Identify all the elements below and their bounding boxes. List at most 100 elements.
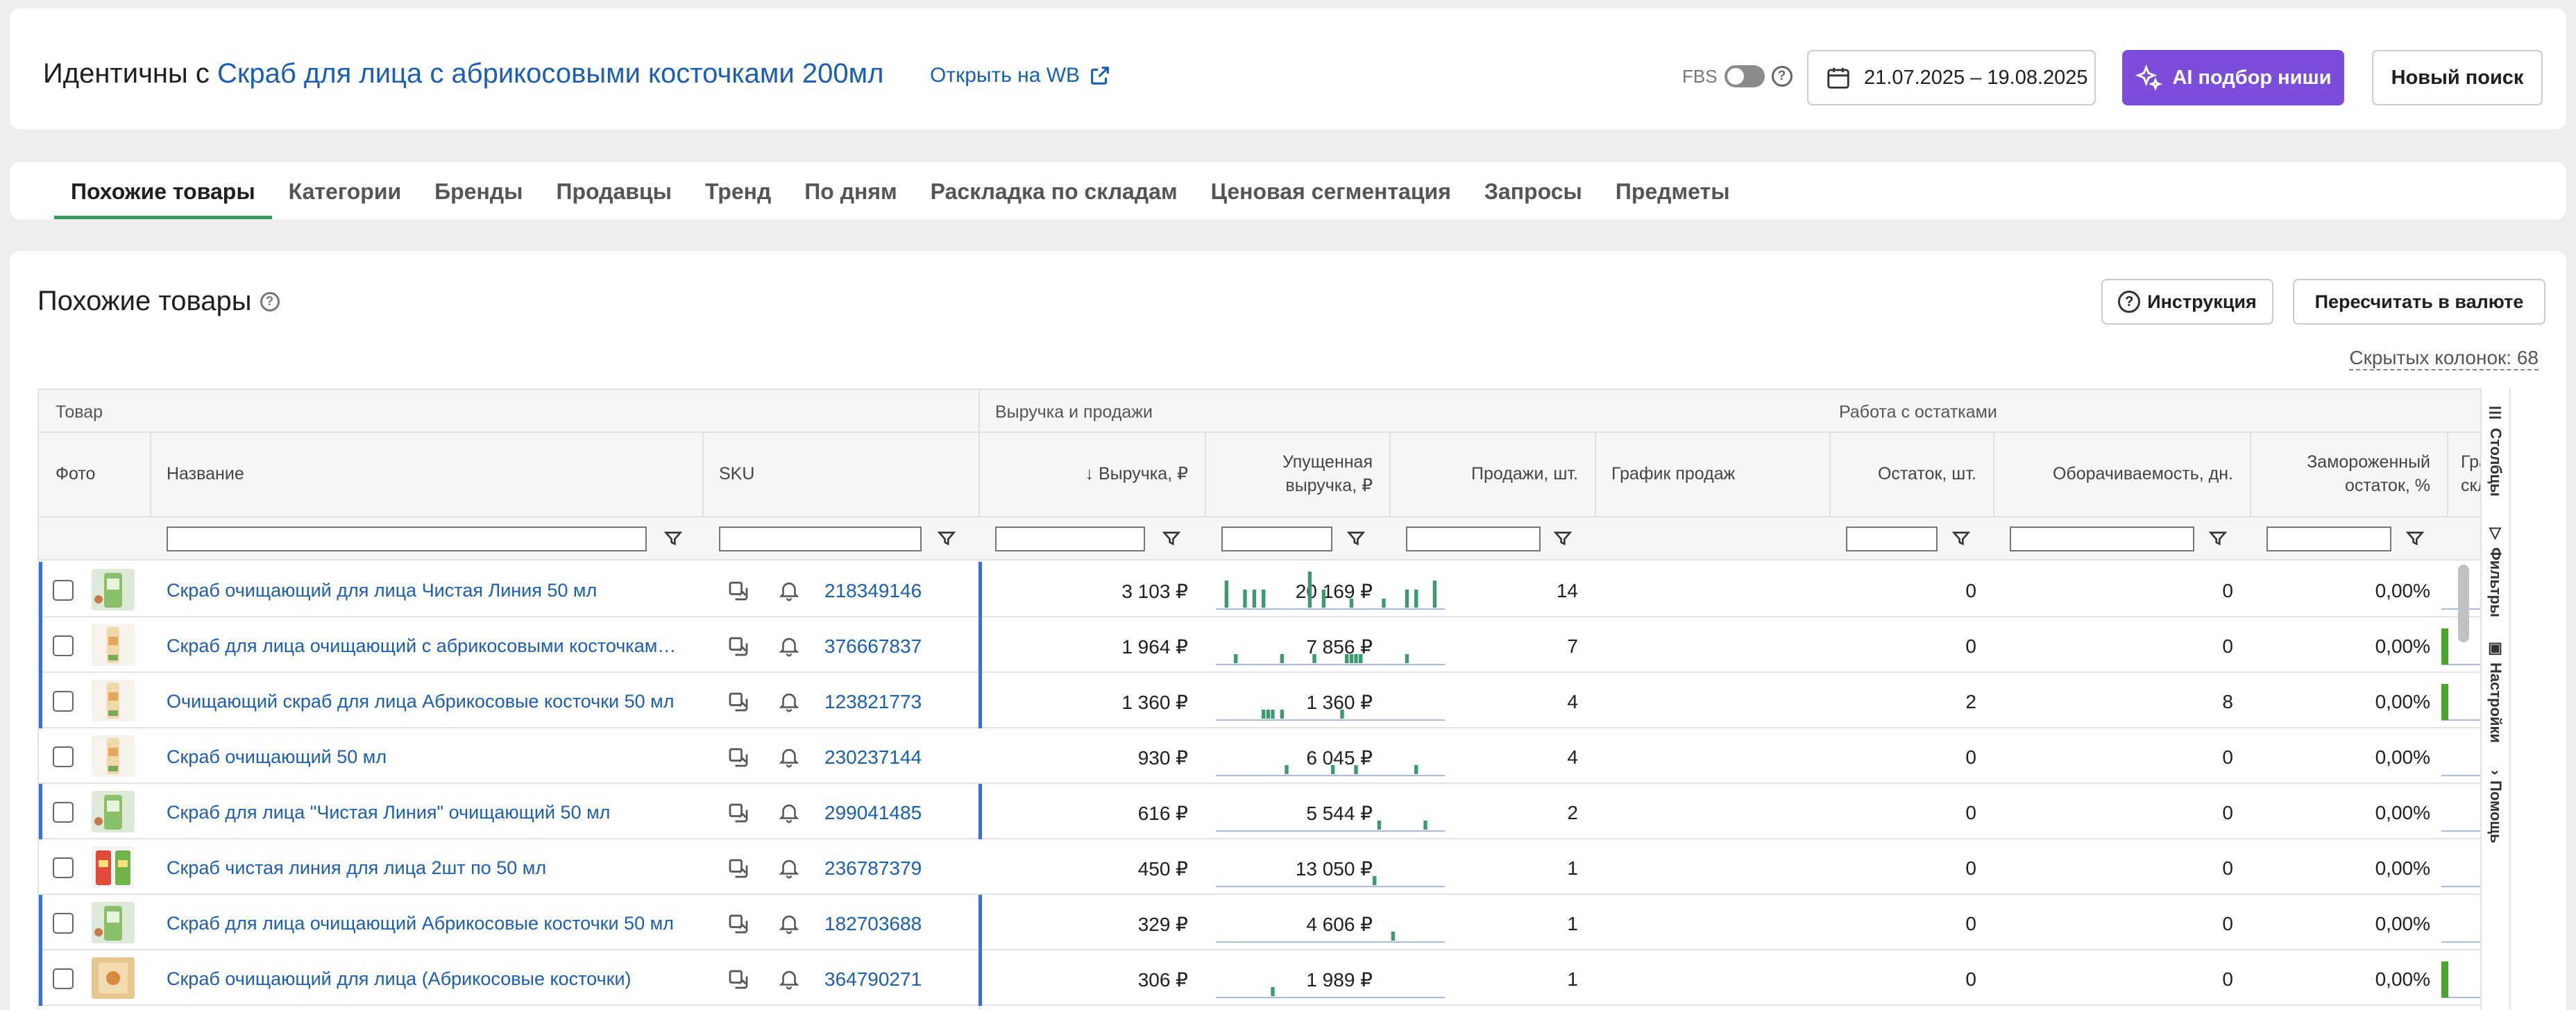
sku-link[interactable]: 376667837	[824, 635, 922, 658]
filter-revenue-input[interactable]	[995, 527, 1145, 551]
new-search-button[interactable]: Новый поиск	[2372, 50, 2543, 105]
tab-categories[interactable]: Категории	[272, 162, 418, 219]
product-name-link[interactable]: Скраб очищающий для лица Чистая Линия 50…	[167, 580, 684, 601]
sku-link[interactable]: 299041485	[824, 802, 922, 824]
section-help-icon[interactable]: ?	[260, 291, 280, 311]
product-name-link[interactable]: Скраб для лица "Чистая Линия" очищающий …	[167, 802, 684, 823]
col-frozen[interactable]: Замороженный остаток, %	[2250, 433, 2447, 517]
fbs-toggle[interactable]	[1724, 65, 1765, 87]
product-name-link[interactable]: Скраб для лица очищающий с абрикосовыми …	[167, 635, 684, 657]
rail-help-button[interactable]: › Помощь	[2482, 770, 2509, 844]
row-checkbox[interactable]	[53, 580, 74, 601]
bell-icon[interactable]	[777, 690, 801, 713]
col-revenue[interactable]: ↓ Выручка, ₽	[978, 433, 1205, 517]
table-row[interactable]: Скраб очищающий для лица (Абрикосовые ко…	[39, 950, 2507, 1006]
product-thumbnail[interactable]	[92, 569, 135, 610]
col-name[interactable]: Название	[150, 433, 702, 517]
row-checkbox[interactable]	[53, 691, 74, 712]
copy-compare-icon[interactable]	[726, 801, 751, 825]
product-name-link[interactable]: Скраб очищающий 50 мл	[167, 746, 684, 768]
product-name-link[interactable]: Скраб для лица очищающий Абрикосовые кос…	[167, 913, 684, 934]
row-checkbox[interactable]	[53, 802, 74, 823]
bell-icon[interactable]	[777, 745, 801, 769]
sku-link[interactable]: 236787379	[824, 857, 922, 880]
product-thumbnail[interactable]	[92, 957, 135, 999]
table-row[interactable]: Скраб очищающий для лица Чистая Линия 50…	[39, 562, 2507, 617]
filter-lost-revenue-input[interactable]	[1221, 527, 1332, 551]
tab-trend[interactable]: Тренд	[688, 162, 788, 219]
col-turnover[interactable]: Оборачиваемость, дн.	[1993, 433, 2250, 517]
tab-similar-products[interactable]: Похожие товары	[54, 162, 272, 219]
filter-icon[interactable]	[2208, 529, 2228, 548]
col-sales[interactable]: Продажи, шт.	[1389, 433, 1595, 517]
col-stock[interactable]: Остаток, шт.	[1829, 433, 1993, 517]
recalc-currency-button[interactable]: Пересчитать в валюте	[2293, 279, 2545, 325]
rail-settings-button[interactable]: ▣ Настройки	[2482, 640, 2509, 743]
table-row[interactable]: Скраб очищающий 50 мл 230237144 930 ₽6 045…	[39, 728, 2507, 784]
product-thumbnail[interactable]	[92, 846, 135, 888]
filter-icon[interactable]	[663, 529, 683, 548]
filter-name-input[interactable]	[167, 527, 647, 551]
filter-sku-input[interactable]	[719, 527, 922, 551]
row-checkbox[interactable]	[53, 635, 74, 656]
filter-stock-input[interactable]	[1846, 527, 1938, 551]
product-thumbnail[interactable]	[92, 680, 135, 721]
filter-icon[interactable]	[2405, 529, 2425, 548]
bell-icon[interactable]	[777, 801, 801, 824]
filter-turnover-input[interactable]	[2010, 527, 2194, 551]
filter-icon[interactable]	[937, 529, 956, 548]
product-name-link[interactable]: Очищающий скраб для лица Абрикосовые кос…	[167, 691, 684, 712]
ai-niche-button[interactable]: AI подбор ниши	[2122, 50, 2344, 105]
bell-icon[interactable]	[777, 634, 801, 658]
col-sku[interactable]: SKU	[702, 433, 978, 517]
filter-frozen-input[interactable]	[2266, 527, 2391, 551]
tab-subjects[interactable]: Предметы	[1599, 162, 1747, 219]
copy-compare-icon[interactable]	[726, 579, 751, 604]
row-checkbox[interactable]	[53, 857, 74, 878]
table-row[interactable]: Скраб для лица очищающий с абрикосовыми …	[39, 617, 2507, 673]
copy-compare-icon[interactable]	[726, 967, 751, 992]
tab-by-days[interactable]: По дням	[788, 162, 913, 219]
product-thumbnail[interactable]	[92, 791, 135, 832]
sku-link[interactable]: 230237144	[824, 746, 922, 769]
copy-compare-icon[interactable]	[726, 856, 751, 881]
sku-link[interactable]: 182703688	[824, 913, 922, 935]
sku-link[interactable]: 364790271	[824, 968, 922, 991]
product-thumbnail[interactable]	[92, 902, 135, 943]
filter-sales-input[interactable]	[1406, 527, 1541, 551]
filter-icon[interactable]	[1162, 529, 1181, 548]
sku-link[interactable]: 218349146	[824, 580, 922, 602]
row-checkbox[interactable]	[53, 968, 74, 989]
copy-compare-icon[interactable]	[726, 911, 751, 936]
hidden-columns-link[interactable]: Скрытых колонок: 68	[2349, 347, 2539, 370]
bell-icon[interactable]	[777, 579, 801, 602]
tab-warehouses[interactable]: Раскладка по складам	[914, 162, 1194, 219]
bell-icon[interactable]	[777, 856, 801, 880]
product-name-link[interactable]: Скраб очищающий для лица (Абрикосовые ко…	[167, 968, 684, 990]
product-thumbnail[interactable]	[92, 624, 135, 666]
rail-filters-button[interactable]: ▽ Фильтры	[2482, 524, 2509, 617]
bell-icon[interactable]	[777, 967, 801, 991]
help-icon[interactable]: ?	[1771, 66, 1793, 87]
tab-sellers[interactable]: Продавцы	[539, 162, 688, 219]
date-range-picker[interactable]: 21.07.2025 – 19.08.2025	[1807, 50, 2096, 105]
copy-compare-icon[interactable]	[726, 690, 751, 714]
product-title-link[interactable]: Скраб для лица с абрикосовыми косточками…	[217, 58, 883, 89]
row-checkbox[interactable]	[53, 746, 74, 767]
table-row[interactable]: Скраб чистая линия для лица 2шт по 50 мл…	[39, 839, 2507, 895]
copy-compare-icon[interactable]	[726, 745, 751, 770]
copy-compare-icon[interactable]	[726, 634, 751, 659]
tab-price-segmentation[interactable]: Ценовая сегментация	[1194, 162, 1468, 219]
table-row[interactable]: Скраб для лица "Чистая Линия" очищающий …	[39, 784, 2507, 839]
row-checkbox[interactable]	[53, 913, 74, 934]
vertical-scrollbar[interactable]	[2458, 565, 2469, 642]
filter-icon[interactable]	[1951, 529, 1971, 548]
table-row[interactable]: Очищающий скраб для лица Абрикосовые кос…	[39, 673, 2507, 728]
open-wb-link[interactable]: Открыть на WB	[930, 64, 1112, 87]
tab-brands[interactable]: Бренды	[418, 162, 539, 219]
bell-icon[interactable]	[777, 911, 801, 935]
tab-queries[interactable]: Запросы	[1468, 162, 1599, 219]
product-name-link[interactable]: Скраб чистая линия для лица 2шт по 50 мл	[167, 857, 684, 879]
filter-icon[interactable]	[1553, 529, 1573, 548]
col-lost-revenue[interactable]: Упущенная выручка, ₽	[1205, 433, 1389, 517]
